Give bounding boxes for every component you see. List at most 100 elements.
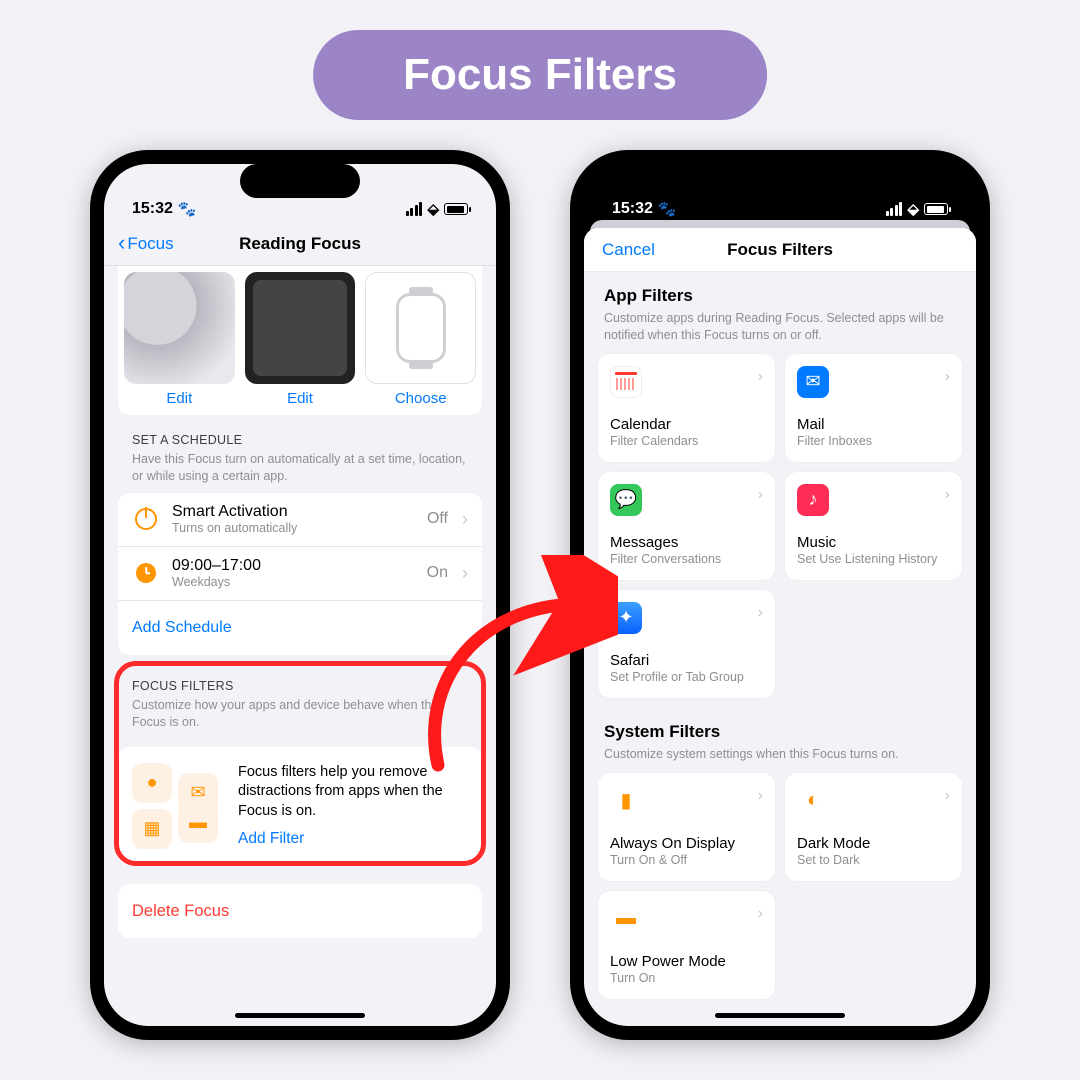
- tile-calendar[interactable]: › Calendar Filter Calendars: [598, 354, 775, 462]
- power-icon: [135, 508, 157, 530]
- paw-icon: 🐾: [658, 200, 677, 218]
- lock-screen-thumb: [124, 272, 235, 384]
- calendar-icon: [610, 366, 642, 398]
- status-time: 15:32: [612, 200, 653, 218]
- back-button[interactable]: ‹Focus: [118, 232, 174, 256]
- mail-icon: ✉: [797, 366, 829, 398]
- watch-face-preview[interactable]: Choose: [365, 272, 476, 407]
- app-filters-title: App Filters: [584, 272, 976, 308]
- tile-sub: Filter Conversations: [610, 551, 763, 567]
- row-value: On: [427, 564, 448, 582]
- dynamic-island: [240, 164, 360, 198]
- paw-icon: 🐾: [178, 200, 197, 218]
- tile-name: Always On Display: [610, 835, 763, 852]
- filter-icons-cluster: ● ✉ ▦ ▬: [132, 763, 224, 849]
- tile-sub: Set Use Listening History: [797, 551, 950, 567]
- cellular-icon: [406, 202, 423, 216]
- page-title: Focus Filters: [727, 240, 833, 260]
- chevron-left-icon: ‹: [118, 230, 125, 256]
- phone-left: 15:32 🐾 ⬙ ‹Focus Reading Focus Edit Edit: [90, 150, 510, 1040]
- tile-music[interactable]: ♪ › Music Set Use Listening History: [785, 472, 962, 580]
- link-label: Add Schedule: [132, 619, 468, 637]
- modal-sheet: Cancel Focus Filters App Filters Customi…: [584, 228, 976, 1026]
- nav-bar: Cancel Focus Filters: [584, 228, 976, 272]
- delete-label: Delete Focus: [132, 902, 229, 921]
- calendar-icon: ▦: [132, 809, 172, 849]
- wifi-icon: ⬙: [427, 200, 439, 218]
- tile-name: Dark Mode: [797, 835, 950, 852]
- system-filters-desc: Customize system settings when this Focu…: [584, 744, 976, 773]
- tile-sub: Set Profile or Tab Group: [610, 669, 763, 685]
- music-icon: ♪: [797, 484, 829, 516]
- wifi-icon: ⬙: [907, 200, 919, 218]
- back-label: Focus: [127, 234, 173, 254]
- schedule-desc: Have this Focus turn on automatically at…: [104, 449, 496, 493]
- chevron-right-icon: ›: [945, 787, 950, 805]
- message-icon: ●: [132, 763, 172, 803]
- smart-activation-row[interactable]: Smart ActivationTurns on automatically O…: [118, 493, 482, 547]
- nav-bar: ‹Focus Reading Focus: [104, 222, 496, 266]
- display-icon: ▮: [610, 785, 642, 817]
- system-filters-title: System Filters: [584, 698, 976, 744]
- row-title: 09:00–17:00: [172, 557, 415, 575]
- chevron-right-icon: ›: [462, 509, 468, 530]
- cellular-icon: [886, 202, 903, 216]
- tile-name: Calendar: [610, 416, 763, 433]
- tile-sub: Turn On: [610, 970, 763, 986]
- app-filters-desc: Customize apps during Reading Focus. Sel…: [584, 308, 976, 354]
- tile-mail[interactable]: ✉ › Mail Filter Inboxes: [785, 354, 962, 462]
- chevron-right-icon: ›: [758, 604, 763, 622]
- focus-filters-section: FOCUS FILTERS Customize how your apps an…: [104, 661, 496, 866]
- card-text: Focus filters help you remove distractio…: [238, 764, 443, 819]
- tile-sub: Turn On & Off: [610, 852, 763, 868]
- status-time: 15:32: [132, 200, 173, 218]
- tile-dark-mode[interactable]: ◐ › Dark Mode Set to Dark: [785, 773, 962, 881]
- battery-icon: [924, 203, 948, 215]
- chevron-right-icon: ›: [945, 368, 950, 386]
- battery-icon: ▬: [178, 803, 218, 843]
- lock-screen-preview[interactable]: Edit: [124, 272, 235, 407]
- safari-icon: ✦: [610, 602, 642, 634]
- schedule-header: SET A SCHEDULE: [132, 433, 242, 447]
- row-sub: Weekdays: [172, 575, 415, 589]
- cancel-button[interactable]: Cancel: [602, 240, 655, 260]
- tile-messages[interactable]: 💬 › Messages Filter Conversations: [598, 472, 775, 580]
- screen-preview-card: Edit Edit Choose: [118, 266, 482, 415]
- watch-thumb: [365, 272, 476, 384]
- header-banner: Focus Filters: [313, 30, 767, 120]
- tile-safari[interactable]: ✦ › Safari Set Profile or Tab Group: [598, 590, 775, 698]
- chevron-right-icon: ›: [758, 368, 763, 386]
- phone-right: 15:32 🐾 ⬙ Cancel Focus Filters App Filter…: [570, 150, 990, 1040]
- tile-name: Mail: [797, 416, 950, 433]
- delete-focus-row[interactable]: Delete Focus: [118, 884, 482, 938]
- home-indicator: [235, 1013, 365, 1018]
- tile-low-power-mode[interactable]: ▬ › Low Power Mode Turn On: [598, 891, 775, 999]
- tile-name: Messages: [610, 534, 763, 551]
- focus-filters-header: FOCUS FILTERS: [132, 679, 234, 693]
- add-schedule-button[interactable]: Add Schedule: [118, 601, 482, 655]
- tile-sub: Set to Dark: [797, 852, 950, 868]
- chevron-right-icon: ›: [758, 905, 763, 923]
- time-schedule-row[interactable]: 09:00–17:00Weekdays On ›: [118, 547, 482, 601]
- edit-label: Edit: [287, 390, 313, 407]
- home-indicator: [715, 1013, 845, 1018]
- home-screen-preview[interactable]: Edit: [245, 272, 356, 407]
- dark-mode-icon: ◐: [797, 785, 829, 817]
- tile-name: Low Power Mode: [610, 953, 763, 970]
- battery-icon: [444, 203, 468, 215]
- edit-label: Edit: [166, 390, 192, 407]
- add-filter-button[interactable]: Add Filter: [238, 829, 468, 850]
- tile-always-on-display[interactable]: ▮ › Always On Display Turn On & Off: [598, 773, 775, 881]
- tile-name: Music: [797, 534, 950, 551]
- choose-label: Choose: [395, 390, 447, 407]
- chevron-right-icon: ›: [462, 563, 468, 584]
- clock-icon: [136, 563, 156, 583]
- battery-icon: ▬: [610, 903, 642, 935]
- tile-name: Safari: [610, 652, 763, 669]
- messages-icon: 💬: [610, 484, 642, 516]
- row-title: Smart Activation: [172, 503, 415, 521]
- schedule-list: Smart ActivationTurns on automatically O…: [118, 493, 482, 655]
- focus-filters-desc: Customize how your apps and device behav…: [104, 695, 496, 739]
- tile-sub: Filter Inboxes: [797, 433, 950, 449]
- focus-filters-card: ● ✉ ▦ ▬ Focus filters help you remove di…: [118, 747, 482, 867]
